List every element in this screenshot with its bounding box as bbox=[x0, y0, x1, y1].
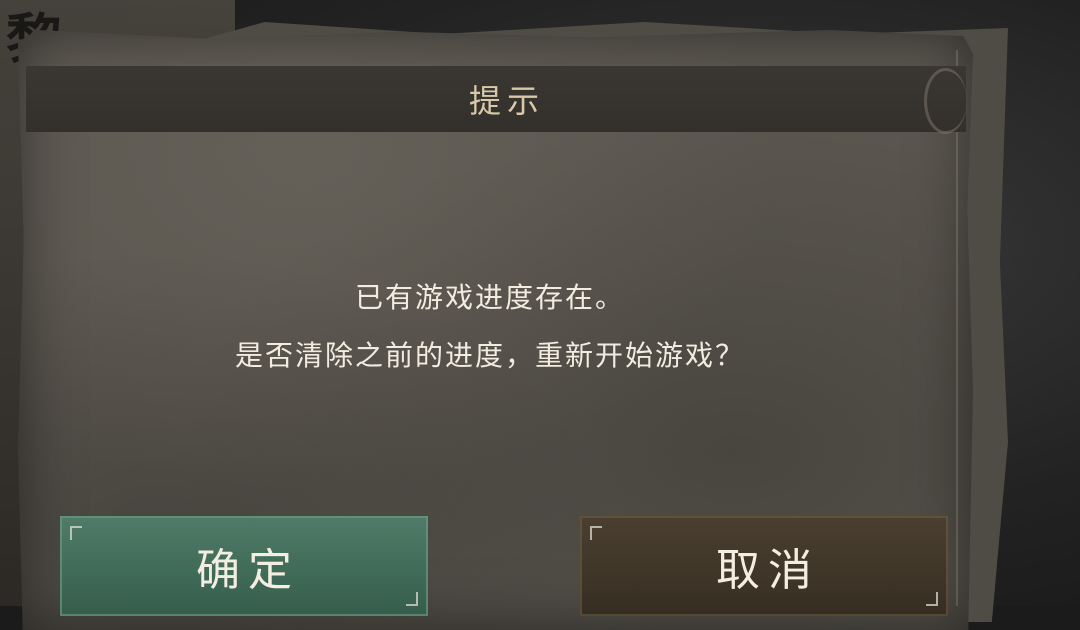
dialog-edge-line bbox=[956, 50, 968, 606]
dialog-title-bar: 提示 bbox=[26, 66, 966, 132]
confirm-button[interactable]: 确定 bbox=[60, 516, 428, 616]
corner-bracket-icon bbox=[70, 526, 82, 540]
corner-bracket-icon bbox=[926, 592, 938, 606]
cancel-button-label: 取消 bbox=[716, 545, 820, 596]
cancel-button[interactable]: 取消 bbox=[580, 516, 948, 616]
corner-bracket-icon bbox=[590, 526, 602, 540]
dialog-title: 提示 bbox=[468, 82, 545, 120]
confirm-button-label: 确定 bbox=[196, 545, 300, 596]
dialog-message-line2: 是否清除之前的进度，重新开始游戏？ bbox=[234, 339, 745, 372]
dialog-message-line1: 已有游戏进度存在。 bbox=[354, 281, 625, 314]
corner-bracket-icon bbox=[406, 592, 418, 606]
ornament-icon bbox=[924, 68, 967, 134]
